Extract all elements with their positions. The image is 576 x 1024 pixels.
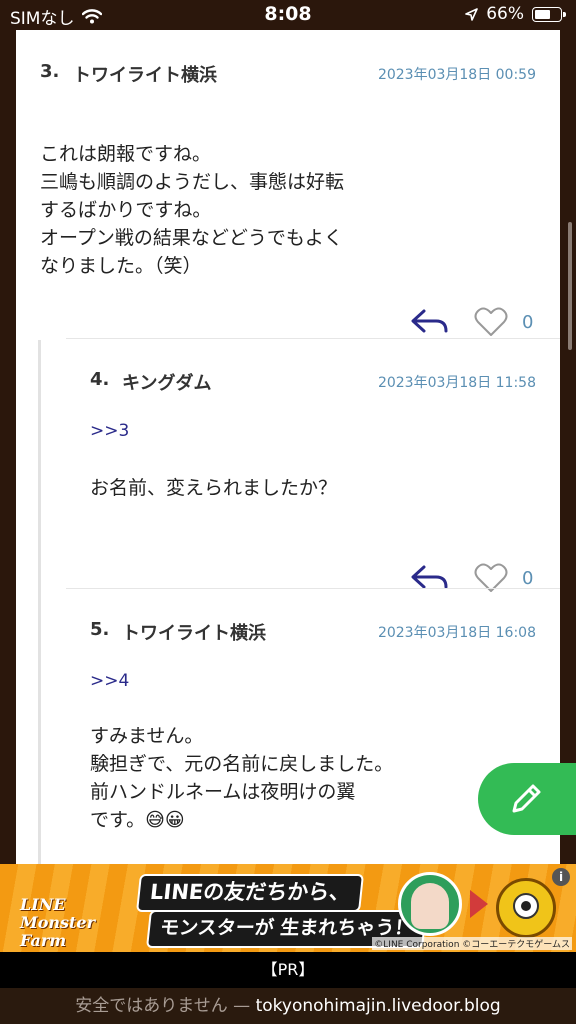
comment-text-line: するばかりですね。 bbox=[40, 199, 212, 221]
comment-text-line: です。😅😀 bbox=[90, 809, 185, 831]
comment-number: 4. bbox=[90, 369, 110, 390]
comment-actions: 0 bbox=[410, 560, 536, 596]
comment-list: 3. トワイライト横浜 2023年03月18日 00:59 これは朗報ですね。 … bbox=[16, 30, 560, 864]
comment-text-line: 験担ぎで、元の名前に戻しました。 bbox=[90, 753, 394, 775]
compose-button[interactable] bbox=[478, 763, 576, 835]
scrollbar[interactable] bbox=[568, 222, 572, 350]
ad-info-icon[interactable]: i bbox=[552, 868, 570, 886]
comment-number: 5. bbox=[90, 619, 110, 640]
heart-icon[interactable] bbox=[474, 306, 508, 338]
comment-body: すみません。 験担ぎで、元の名前に戻しました。 前ハンドルネームは夜明けの翼 で… bbox=[90, 722, 393, 834]
battery-icon bbox=[532, 6, 566, 22]
comment-text-line: なりました。（笑） bbox=[40, 255, 202, 277]
comment-author[interactable]: キングダム bbox=[122, 369, 211, 395]
pr-label: 【PR】 bbox=[0, 952, 576, 988]
ad-credit: ©LINE Corporation ©コーエーテクモゲームス bbox=[372, 937, 572, 950]
ad-headline: LINEの友だちから、 bbox=[136, 874, 365, 912]
comment-divider bbox=[66, 588, 560, 589]
comment-actions: 0 bbox=[410, 304, 536, 340]
ad-logo-line: Farm bbox=[20, 931, 67, 950]
reply-anchor-link[interactable]: >>3 bbox=[90, 421, 129, 441]
comment-date: 2023年03月18日 00:59 bbox=[377, 67, 536, 83]
comment-text-line: 三嶋も順調のようだし、事態は好転 bbox=[40, 171, 345, 193]
comment-divider bbox=[66, 338, 560, 339]
ad-logo-line: Monster bbox=[20, 913, 96, 932]
comment-body: お名前、変えられましたか？ bbox=[90, 474, 337, 502]
url-domain: tokyonohimajin.livedoor.blog bbox=[255, 996, 501, 1016]
comment-date: 2023年03月18日 11:58 bbox=[377, 375, 536, 391]
comment-text-line: すみません。 bbox=[90, 725, 204, 747]
ad-person-image bbox=[398, 872, 462, 936]
insecure-warning: 安全ではありません — bbox=[75, 996, 251, 1016]
comment-item: 4. キングダム 2023年03月18日 11:58 >>3 お名前、変えられま… bbox=[16, 366, 560, 616]
pencil-icon bbox=[512, 784, 541, 813]
comment-text-line: これは朗報ですね。 bbox=[40, 143, 212, 165]
status-bar: SIMなし 8:08 66% bbox=[0, 0, 576, 30]
ad-logo-line: LINE bbox=[20, 895, 66, 914]
comment-text-line: お名前、変えられましたか？ bbox=[90, 477, 338, 499]
ad-monster-image bbox=[496, 878, 556, 938]
heart-icon[interactable] bbox=[474, 562, 508, 594]
battery-percent: 66% bbox=[486, 4, 524, 24]
comment-item: 5. トワイライト横浜 2023年03月18日 16:08 >>4 すみません。… bbox=[16, 616, 560, 864]
reply-arrow-icon[interactable] bbox=[410, 307, 450, 337]
comment-author[interactable]: トワイライト横浜 bbox=[73, 61, 217, 87]
comment-number: 3. bbox=[40, 61, 60, 82]
reply-anchor-link[interactable]: >>4 bbox=[90, 671, 129, 691]
comment-item: 3. トワイライト横浜 2023年03月18日 00:59 これは朗報ですね。 … bbox=[16, 58, 560, 363]
comment-text-line: オープン戦の結果などどうでもよく bbox=[40, 227, 343, 249]
ad-arrow-icon bbox=[470, 890, 488, 918]
comment-author[interactable]: トワイライト横浜 bbox=[122, 619, 266, 645]
ad-banner[interactable]: LINE Monster Farm LINEの友だちから、 モンスターが 生まれ… bbox=[0, 864, 576, 952]
like-count: 0 bbox=[522, 567, 534, 589]
comment-body: これは朗報ですね。 三嶋も順調のようだし、事態は好転 するばかりですね。 オープ… bbox=[40, 140, 344, 280]
location-arrow-icon bbox=[465, 7, 479, 21]
comment-date: 2023年03月18日 16:08 bbox=[377, 625, 536, 641]
ad-logo: LINE Monster Farm bbox=[8, 874, 128, 950]
comment-text-line: 前ハンドルネームは夜明けの翼 bbox=[90, 781, 356, 803]
like-count: 0 bbox=[522, 311, 534, 333]
url-bar[interactable]: 安全ではありません — tokyonohimajin.livedoor.blog bbox=[0, 988, 576, 1024]
